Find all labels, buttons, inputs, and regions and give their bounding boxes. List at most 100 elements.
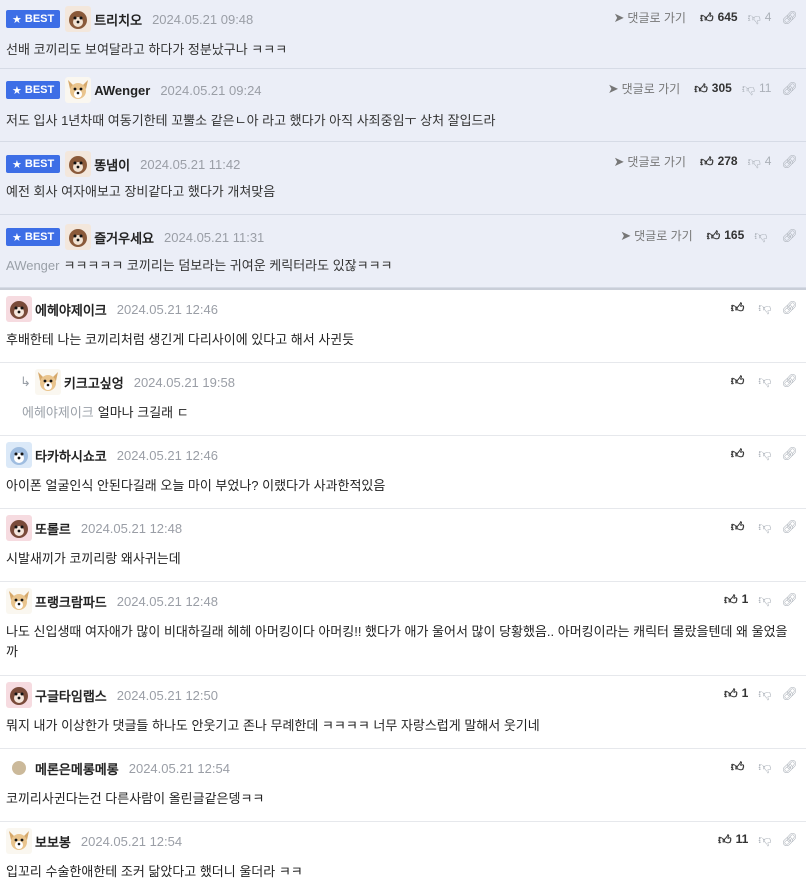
comment-text: 시발새끼가 코끼리랑 왜사귀는데 [6,551,181,566]
downvote-button[interactable]: 👎︎ 11 [742,81,772,95]
comment: 보보봉 2024.05.21 12:54 👍︎ 11 👎︎ 🔗︎ 입꼬리 수술한애… [0,822,806,891]
goto-comment-button[interactable]: ➤ 댓글로 가기 [614,153,686,170]
downvote-button[interactable]: 👎︎ [758,687,771,700]
avatar[interactable] [6,442,32,468]
avatar[interactable] [6,515,32,541]
star-icon: ★ [12,13,22,26]
comment-text: 예전 회사 여자애보고 장비같다고 했다가 개쳐맞음 [6,184,276,199]
upvote-button[interactable]: 👍︎ 305 [694,81,732,95]
upvote-button[interactable]: 👍︎ 278 [700,154,738,168]
link-icon[interactable]: 🔗︎ [781,229,798,242]
downvote-button[interactable]: 👎︎ 4 [748,154,772,168]
nickname[interactable]: 프랭크람파드 [35,592,107,611]
upvote-button[interactable]: 👍︎ [731,520,749,533]
nickname[interactable]: 메론은메롱메롱 [35,759,119,778]
comment-date: 2024.05.21 12:48 [116,593,218,609]
upvote-button[interactable]: 👍︎ [731,301,749,314]
nickname[interactable]: AWenger [94,83,150,98]
comment-text: AWenger ㅋㅋㅋㅋㅋ 코끼리는 덤보라는 귀여운 케릭터라도 있잖ㅋㅋㅋ [6,258,393,273]
comment: 프랭크람파드 2024.05.21 12:48 👍︎ 1 👎︎ 🔗︎ 나도 신입생… [0,582,806,676]
reply-arrow-icon: ↳ [20,374,31,389]
send-icon: ➤ [607,80,619,96]
comment-text: 선배 코끼리도 보여달라고 하다가 정분났구나 ㅋㅋㅋ [6,42,288,57]
link-icon[interactable]: 🔗︎ [781,687,798,700]
comment-date: 2024.05.21 11:42 [140,156,241,172]
nickname[interactable]: 트리치오 [94,10,142,29]
thumbs-up-icon: 👍︎ [724,685,738,701]
nickname[interactable]: 또롤르 [35,519,71,538]
send-icon: ➤ [613,9,625,25]
link-icon[interactable]: 🔗︎ [781,11,798,24]
nickname[interactable]: 에헤야제이크 [35,300,107,319]
comment-text: 뭐지 내가 이상한가 댓글들 하나도 안웃기고 존나 무례한데 ㅋㅋㅋㅋ 너무 … [6,718,540,733]
goto-comment-button[interactable]: ➤ 댓글로 가기 [620,227,692,244]
thumbs-down-icon: 👎︎ [758,685,772,701]
comment-date: 2024.05.21 12:48 [80,520,183,536]
avatar[interactable] [6,755,32,781]
downvote-button[interactable]: 👎︎ [758,760,771,773]
avatar[interactable] [6,682,32,708]
downvote-button[interactable]: 👎︎ [754,229,771,242]
avatar[interactable] [65,77,92,103]
avatar[interactable] [65,151,92,177]
avatar[interactable] [65,6,92,32]
link-icon[interactable]: 🔗︎ [781,520,798,533]
thumbs-up-icon: 👍︎ [730,299,745,315]
nickname[interactable]: 키크고싶엉 [64,373,124,392]
comment-date: 2024.05.21 09:48 [152,11,254,27]
upvote-button[interactable]: 👍︎ [731,447,749,460]
mention[interactable]: 에헤야제이크 [22,405,94,420]
link-icon[interactable]: 🔗︎ [781,760,798,773]
best-comment: ★ BEST 트리치오 2024.05.21 09:48 ➤ 댓글로 가기 👍︎ 64… [0,0,806,69]
best-comment: ★ BEST 즐거우세요 2024.05.21 11:31 ➤ 댓글로 가기 👍︎ 1… [0,215,806,288]
downvote-button[interactable]: 👎︎ [758,447,771,460]
downvote-button[interactable]: 👎︎ [758,593,771,606]
comment-date: 2024.05.21 12:54 [128,760,230,776]
thumbs-down-icon: 👎︎ [758,831,772,847]
goto-comment-button[interactable]: ➤ 댓글로 가기 [608,80,680,97]
avatar[interactable] [65,224,92,250]
thumbs-up-icon: 👍︎ [730,758,745,774]
comment-text: 코끼리사귄다는건 다른사람이 올린글같은뎅ㅋㅋ [6,791,265,806]
comment-text: 후배한테 나는 코끼리처럼 생긴게 다리사이에 있다고 해서 사귄듯 [6,332,355,347]
comment-list: ★ BEST 트리치오 2024.05.21 09:48 ➤ 댓글로 가기 👍︎ 64… [0,0,806,891]
nickname[interactable]: 똥냄이 [94,155,130,174]
link-icon[interactable]: 🔗︎ [781,82,798,95]
upvote-button[interactable]: 👍︎ 1 [724,592,748,606]
link-icon[interactable]: 🔗︎ [781,374,798,387]
upvote-button[interactable]: 👍︎ [731,760,749,773]
downvote-button[interactable]: 👎︎ [758,833,771,846]
upvote-button[interactable]: 👍︎ 1 [724,686,748,700]
comment-text: 아이폰 얼굴인식 안된다길래 오늘 마이 부었나? 이랬다가 사과한적있음 [6,478,386,493]
avatar[interactable] [34,369,61,395]
nickname[interactable]: 즐거우세요 [94,228,154,247]
thumbs-down-icon: 👎︎ [758,372,772,388]
downvote-button[interactable]: 👎︎ [758,520,771,533]
upvote-button[interactable]: 👍︎ 645 [700,10,738,24]
link-icon[interactable]: 🔗︎ [781,593,798,606]
link-icon[interactable]: 🔗︎ [781,833,798,846]
nickname[interactable]: 구글타임랩스 [35,686,107,705]
upvote-button[interactable]: 👍︎ 11 [718,832,748,846]
upvote-button[interactable]: 👍︎ 165 [707,228,745,242]
avatar[interactable] [6,296,32,322]
thumbs-up-icon: 👍︎ [706,227,721,243]
avatar[interactable] [6,588,32,614]
comment-text: 에헤야제이크 얼마나 크길래 ㄷ [22,405,189,420]
goto-comment-button[interactable]: ➤ 댓글로 가기 [614,9,686,26]
best-badge: ★ BEST [6,155,61,173]
downvote-button[interactable]: 👎︎ [758,374,771,387]
comment-date: 2024.05.21 12:54 [80,833,183,849]
mention[interactable]: AWenger [6,258,59,273]
downvote-button[interactable]: 👎︎ [758,301,771,314]
upvote-button[interactable]: 👍︎ [731,374,749,387]
link-icon[interactable]: 🔗︎ [781,155,798,168]
nickname[interactable]: 보보봉 [35,832,71,851]
link-icon[interactable]: 🔗︎ [781,301,798,314]
comment: 에헤야제이크 2024.05.21 12:46 👍︎ 👎︎ 🔗︎ 후배한테 나는… [0,290,806,363]
link-icon[interactable]: 🔗︎ [781,447,798,460]
avatar[interactable] [6,828,32,854]
downvote-button[interactable]: 👎︎ 4 [748,10,772,24]
nickname[interactable]: 타카하시쇼코 [35,446,107,465]
thumbs-down-icon: 👎︎ [747,9,761,25]
